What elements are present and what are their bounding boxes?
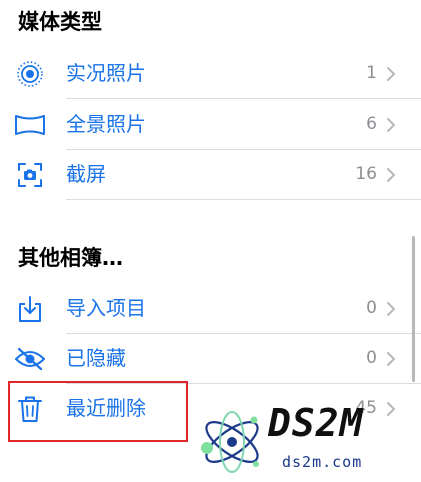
- chevron-right-icon: [387, 67, 395, 81]
- scrollbar[interactable]: [412, 236, 415, 382]
- album-row-hidden[interactable]: 已隐藏 0: [0, 334, 421, 384]
- hidden-eye-icon: [14, 344, 46, 374]
- chevron-right-icon: [387, 168, 395, 182]
- album-label: 截屏: [66, 162, 106, 186]
- media-types-heading: 媒体类型: [18, 10, 102, 34]
- chevron-right-icon: [387, 118, 395, 132]
- row-divider: [66, 199, 421, 200]
- chevron-right-icon: [387, 302, 395, 316]
- album-count: 0: [366, 298, 377, 318]
- album-row-live-photos[interactable]: 实况照片 1: [0, 49, 421, 99]
- watermark-domain: ds2m.com: [282, 453, 363, 471]
- album-count: 1: [366, 63, 377, 83]
- panorama-icon: [14, 110, 46, 140]
- highlight-box: [8, 381, 188, 442]
- album-label: 全景照片: [66, 112, 146, 136]
- chevron-right-icon: [387, 352, 395, 366]
- watermark: DS2M ds2m.com: [196, 400, 421, 482]
- album-row-screenshots[interactable]: 截屏 16: [0, 150, 421, 200]
- live-photo-icon: [14, 59, 46, 89]
- album-row-panoramas[interactable]: 全景照片 6: [0, 100, 421, 150]
- album-count: 6: [366, 114, 377, 134]
- album-count: 0: [366, 348, 377, 368]
- album-label: 导入项目: [66, 296, 146, 320]
- album-label: 已隐藏: [66, 346, 126, 370]
- atom-logo-icon: [201, 411, 259, 473]
- album-label: 实况照片: [66, 61, 146, 85]
- watermark-brand: DS2M: [268, 401, 364, 445]
- screenshot-icon: [14, 160, 46, 190]
- other-albums-heading: 其他相簿…: [18, 246, 123, 270]
- import-icon: [14, 294, 46, 324]
- album-row-imports[interactable]: 导入项目 0: [0, 284, 421, 334]
- row-divider: [66, 98, 421, 99]
- album-count: 16: [355, 164, 377, 184]
